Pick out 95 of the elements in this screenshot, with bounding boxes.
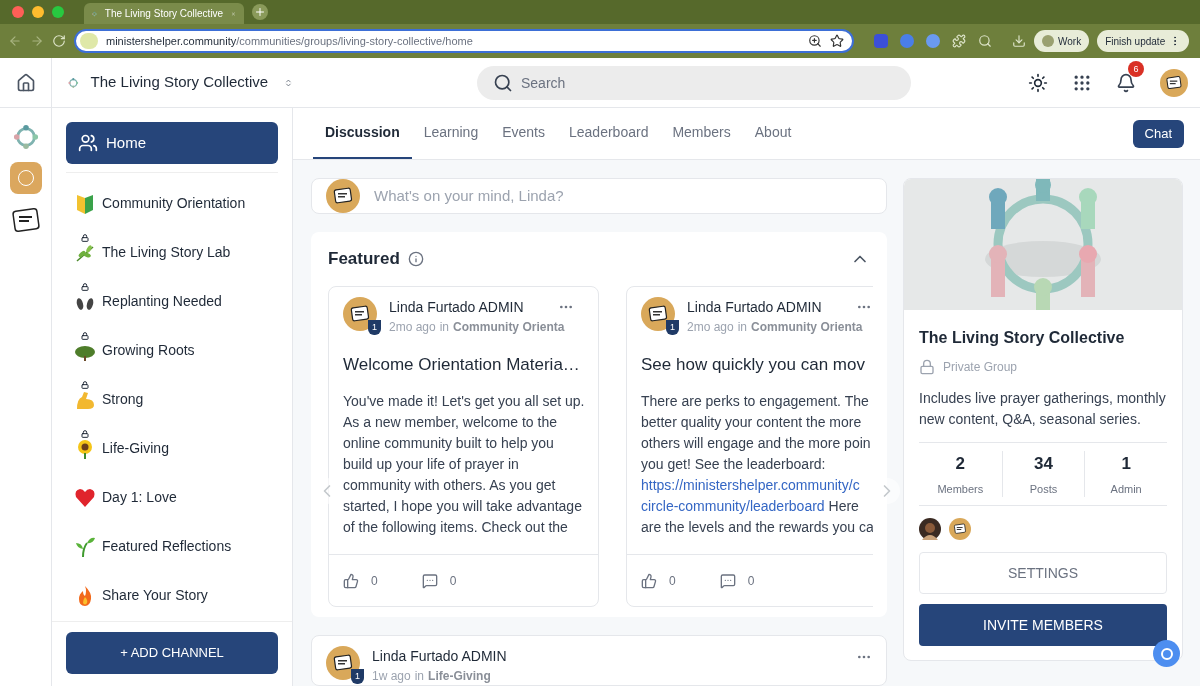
level-badge: 1 — [351, 669, 364, 684]
avatar — [326, 646, 360, 680]
section-title: Featured — [328, 248, 400, 270]
chat-button[interactable]: Chat — [1132, 119, 1184, 148]
post-link[interactable]: https://ministershelper.community/c — [641, 477, 860, 493]
post-title[interactable]: Welcome Orientation Materia… — [329, 351, 598, 377]
post-card[interactable]: 1 Linda Furtado ADMIN 1w ago in Life-Giving — [311, 635, 887, 686]
comment-count: 0 — [449, 572, 457, 590]
post-time: 2mo ago — [687, 318, 734, 336]
avatar — [1160, 68, 1188, 97]
home-icon[interactable] — [15, 72, 36, 93]
bookmark-icon[interactable] — [830, 34, 844, 48]
post-context: in — [737, 318, 748, 336]
post-card[interactable] — [328, 285, 599, 607]
post-title[interactable]: See how quickly you can mov — [627, 351, 873, 377]
heart-icon — [74, 486, 96, 509]
composer-field[interactable]: What's on your mind, Linda? — [311, 178, 887, 214]
reload-icon[interactable] — [52, 34, 66, 48]
profile-button[interactable]: Work — [1034, 30, 1090, 52]
avatar — [641, 296, 675, 331]
seedling-icon — [74, 535, 96, 558]
browser-tab[interactable]: The Living Story Collective — [84, 3, 244, 24]
tab[interactable]: Leaderboard — [557, 108, 661, 159]
author-name[interactable]: Linda Furtado ADMIN — [372, 646, 507, 667]
privacy-label: Private Group — [943, 359, 1018, 376]
composer-input[interactable]: What's on your mind, Linda? — [374, 184, 872, 208]
comment-icon[interactable] — [719, 572, 736, 589]
stat-value: 2 — [955, 453, 966, 475]
settings-button[interactable]: SETTINGS — [919, 552, 1167, 594]
channel-item[interactable]: Day 1: Love — [102, 487, 177, 508]
comment-count: 0 — [747, 572, 755, 590]
avatar — [343, 296, 377, 331]
theme-icon[interactable] — [1028, 72, 1048, 93]
lock-icon — [919, 359, 935, 375]
avatar — [949, 518, 971, 540]
community-name[interactable]: The Living Story Collective — [90, 71, 269, 94]
channel-item[interactable]: Community Orientation — [102, 193, 246, 214]
maximize-window-control[interactable] — [52, 6, 64, 18]
tab[interactable]: About — [742, 108, 804, 159]
group-description: Includes live prayer gatherings, monthly new content, Q&A, seasonal series. — [919, 389, 1167, 429]
community-logo-icon — [12, 124, 39, 150]
invite-members-button[interactable]: INVITE MEMBERS — [919, 604, 1167, 646]
author-name[interactable]: Linda Furtado ADMIN — [389, 296, 524, 318]
member-avatar — [919, 518, 941, 540]
stat-value: 34 — [1034, 453, 1053, 475]
like-icon[interactable] — [641, 572, 657, 589]
level-badge: 1 — [368, 319, 381, 335]
tab[interactable]: Discussion — [313, 108, 412, 159]
tab-search-icon[interactable] — [978, 34, 992, 48]
notification-badge: 6 — [1128, 60, 1144, 77]
post-link[interactable]: circle-community/leaderboard — [641, 498, 825, 514]
like-count: 0 — [669, 572, 676, 590]
channel-item[interactable]: Growing Roots — [102, 340, 195, 361]
level-badge: 1 — [666, 319, 679, 335]
post-context: in — [414, 668, 425, 685]
channel-item[interactable]: The Living Story Lab — [102, 242, 231, 263]
search-icon — [493, 72, 513, 93]
users-icon — [78, 133, 98, 153]
channel-item[interactable]: Strong — [102, 389, 144, 410]
download-icon[interactable] — [1012, 34, 1026, 48]
post-card[interactable] — [626, 285, 873, 607]
stat-label: Admin — [1110, 481, 1142, 497]
new-tab-icon[interactable] — [252, 4, 268, 20]
channel-item[interactable]: Replanting Needed — [102, 291, 222, 312]
extensions-icon[interactable] — [952, 34, 966, 48]
channel-item[interactable]: Life-Giving — [102, 438, 169, 459]
author-name[interactable]: Linda Furtado ADMIN — [687, 296, 822, 318]
tab[interactable]: Events — [490, 108, 557, 159]
info-icon[interactable] — [407, 250, 424, 267]
avatar — [326, 179, 360, 213]
home-nav-item[interactable]: Home — [66, 122, 278, 164]
tab[interactable]: Learning — [411, 108, 491, 159]
group-name: The Living Story Collective — [919, 328, 1126, 348]
like-count: 0 — [371, 572, 378, 590]
address-bar[interactable]: ministershelper.community/communities/groups/living-story-collective/home — [74, 29, 854, 53]
post-body: You've made it! Let's get you all set up. As a new member, welcome to the online community built to help you build up your life of prayer in community with others. As you get started, I hope you will take advantage of the following items. Check out the — [342, 392, 586, 537]
search-field[interactable]: Search — [477, 65, 911, 100]
like-icon[interactable] — [343, 572, 359, 589]
minimize-window-control[interactable] — [32, 6, 44, 18]
tab[interactable]: Members — [660, 108, 743, 159]
comment-icon[interactable] — [421, 572, 438, 589]
post-time: 2mo ago — [389, 318, 436, 336]
channel-item[interactable]: Featured Reflections — [102, 536, 232, 557]
update-button[interactable]: Finish update — [1097, 30, 1190, 52]
notifications-icon[interactable] — [1116, 72, 1136, 93]
zoom-icon[interactable] — [808, 34, 822, 48]
post-body: There are perks to engagement. The better quality your content the more others will engage and the more poin you get! See the leaderboard: https://ministershelper.community/c circle-community/leaderboard Here are the levels and the rewards you ca — [640, 392, 873, 537]
post-context: in — [439, 318, 450, 336]
add-channel-button[interactable]: + ADD CHANNEL — [66, 632, 278, 674]
stat-label: Posts — [1029, 481, 1058, 497]
channel-item[interactable]: Share Your Story — [102, 585, 208, 606]
stat-label: Members — [937, 481, 984, 497]
stat-value: 1 — [1121, 453, 1131, 475]
shield-icon — [75, 192, 95, 215]
post-time: 1w ago — [372, 668, 411, 685]
